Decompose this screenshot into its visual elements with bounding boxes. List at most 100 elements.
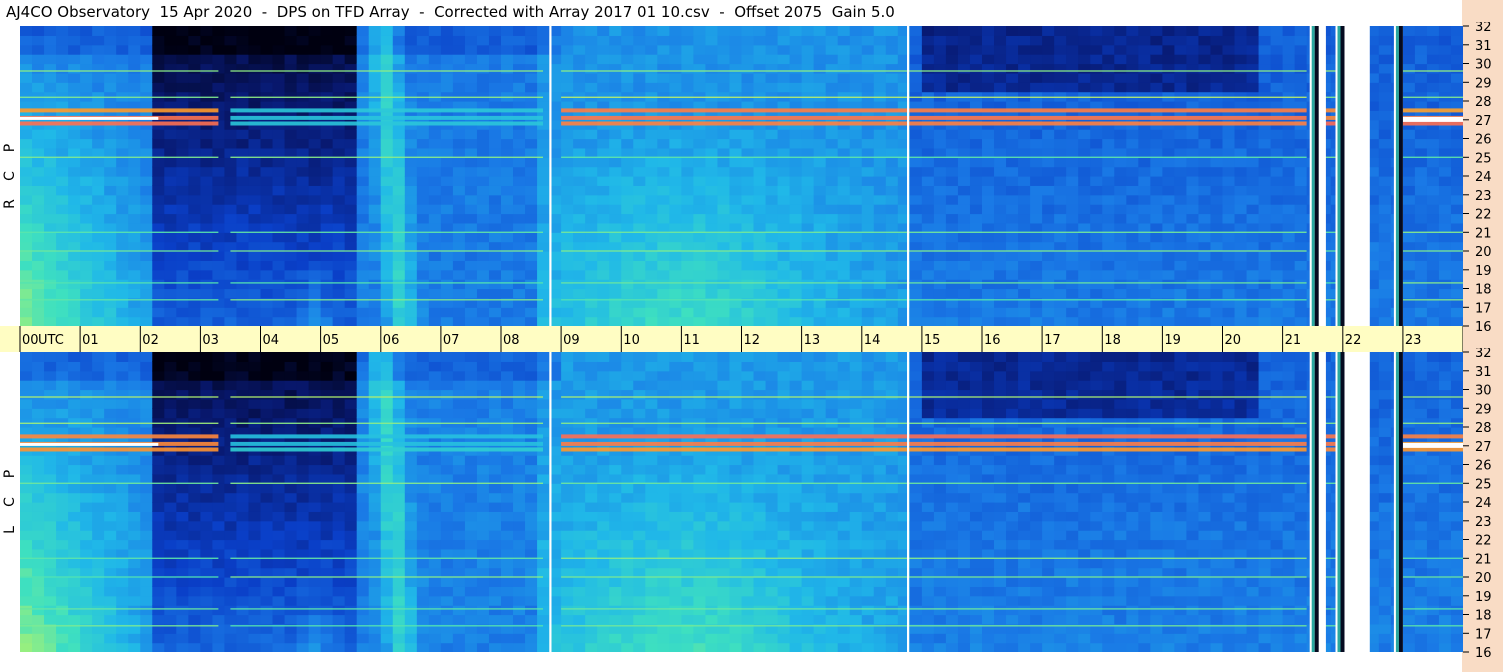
heatmap-cell: [140, 633, 153, 644]
heatmap-cell: [308, 483, 322, 494]
heatmap-cell: [789, 138, 803, 149]
heatmap-cell: [308, 241, 322, 252]
heatmap-cell: [849, 129, 863, 140]
heatmap-cell: [849, 288, 863, 299]
heatmap-cell: [56, 26, 69, 36]
heatmap-cell: [188, 176, 201, 186]
heatmap-cell: [921, 316, 935, 326]
heatmap-cell: [597, 269, 610, 280]
heatmap-cell: [1126, 166, 1139, 177]
heatmap-cell: [248, 82, 262, 93]
heatmap-cell: [428, 54, 442, 65]
heatmap-cell: [1030, 204, 1043, 215]
heatmap-cell: [128, 455, 141, 466]
heatmap-cell: [1066, 241, 1079, 252]
heatmap-cell: [176, 567, 189, 578]
heatmap-cell: [212, 63, 226, 74]
heatmap-cell: [248, 370, 262, 381]
heatmap-cell: [501, 260, 514, 271]
heatmap-cell: [1018, 279, 1031, 290]
heatmap-cell: [1018, 26, 1031, 36]
heatmap-cell: [272, 511, 286, 522]
heatmap-cell: [813, 129, 827, 140]
heatmap-cell: [609, 129, 622, 140]
heatmap-cell: [356, 492, 370, 503]
heatmap-cell: [320, 567, 334, 578]
heatmap-cell: [753, 241, 767, 252]
heatmap-cell: [621, 157, 634, 168]
heatmap-cell: [621, 72, 634, 83]
heatmap-cell: [332, 577, 346, 587]
heatmap-cell: [921, 232, 935, 243]
heatmap-cell: [681, 316, 694, 326]
heatmap-cell: [248, 194, 262, 205]
heatmap-cell: [1282, 176, 1296, 186]
heatmap-cell: [332, 213, 346, 224]
heatmap-cell: [1270, 82, 1284, 93]
heatmap-cell: [92, 605, 105, 616]
heatmap-cell: [693, 260, 707, 271]
heatmap-cell: [1258, 279, 1272, 290]
heatmap-cell: [861, 176, 875, 186]
heatmap-cell: [116, 204, 129, 215]
heatmap-cell: [945, 63, 959, 74]
heatmap-cell: [681, 157, 694, 168]
heatmap-cell: [116, 464, 129, 475]
heatmap-cell: [440, 241, 454, 252]
heatmap-cell: [236, 176, 250, 186]
heatmap-cell: [80, 352, 93, 362]
heatmap-cell: [236, 380, 250, 391]
heatmap-cell: [1222, 232, 1236, 243]
heatmap-cell: [837, 129, 851, 140]
heatmap-cell: [633, 279, 646, 290]
heatmap-cell: [188, 380, 201, 391]
heatmap-cell: [1378, 185, 1392, 196]
heatmap-cell: [1438, 204, 1452, 215]
heatmap-cell: [1162, 251, 1175, 261]
heatmap-cell: [1078, 213, 1091, 224]
heatmap-cell: [1234, 204, 1248, 215]
heatmap-cell: [428, 194, 442, 205]
heatmap-cell: [1162, 157, 1175, 168]
heatmap-cell: [1234, 157, 1248, 168]
heatmap-cell: [404, 464, 418, 475]
heatmap-cell: [452, 44, 466, 55]
heatmap-cell: [957, 129, 971, 140]
heatmap-cell: [933, 241, 947, 252]
heatmap-cell: [873, 35, 887, 46]
heatmap-cell: [777, 307, 791, 318]
heatmap-cell: [921, 269, 935, 280]
heatmap-cell: [957, 269, 971, 280]
heatmap-cell: [164, 548, 177, 559]
heatmap-cell: [1018, 44, 1031, 55]
heatmap-cell: [681, 26, 694, 36]
heatmap-cell: [452, 35, 466, 46]
heatmap-cell: [308, 213, 322, 224]
data-gap-edge: [1314, 26, 1319, 326]
interference-band: [561, 156, 1307, 158]
heatmap-cell: [1150, 260, 1163, 271]
heatmap-cell: [392, 166, 406, 177]
heatmap-cell: [1222, 82, 1236, 93]
heatmap-cell: [308, 54, 322, 65]
heatmap-cell: [128, 586, 141, 597]
heatmap-cell: [200, 260, 214, 271]
heatmap-cell: [501, 176, 514, 186]
heatmap-cell: [116, 408, 129, 419]
heatmap-cell: [56, 577, 69, 587]
heatmap-cell: [56, 72, 69, 83]
heatmap-cell: [933, 54, 947, 65]
heatmap-cell: [1114, 129, 1127, 140]
heatmap-cell: [104, 269, 117, 280]
heatmap-cell: [296, 288, 310, 299]
heatmap-cell: [909, 166, 923, 177]
heatmap-cell: [537, 213, 550, 224]
heatmap-cell: [104, 548, 117, 559]
heatmap-cell: [969, 157, 983, 168]
heatmap-cell: [380, 455, 394, 466]
heatmap-cell: [260, 194, 274, 205]
heatmap-cell: [849, 138, 863, 149]
heatmap-cell: [308, 176, 322, 186]
heatmap-cell: [585, 176, 598, 186]
heatmap-cell: [356, 642, 370, 652]
